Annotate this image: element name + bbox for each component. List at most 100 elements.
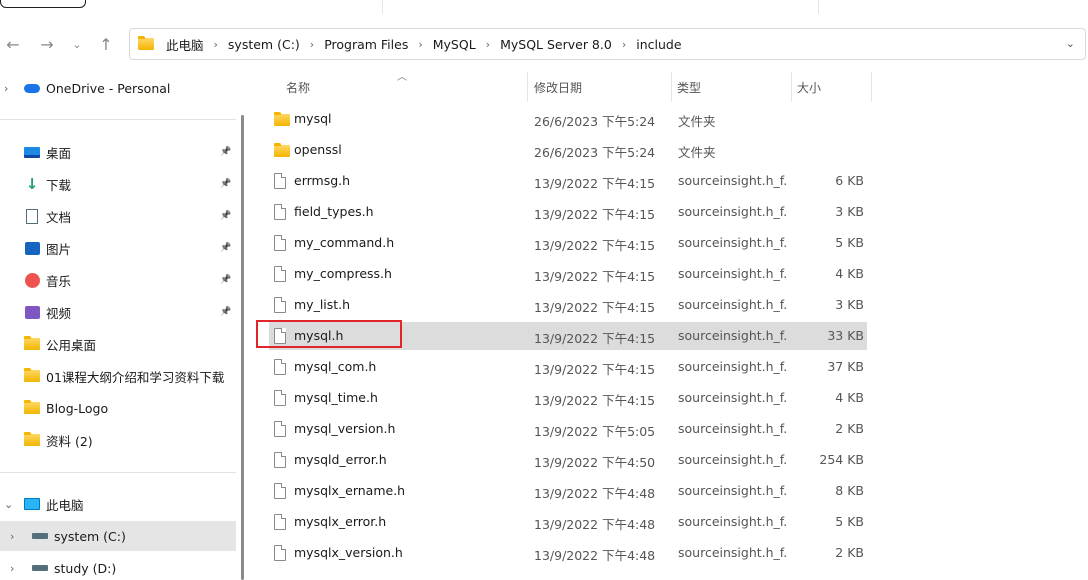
file-name: my_command.h [294,235,395,250]
file-row[interactable]: field_types.h 13/9/2022 下午4:15 sourceinsig… [269,198,867,226]
sidebar-item-onedrive[interactable]: › OneDrive - Personal [0,73,236,103]
tab-stub[interactable] [0,0,86,8]
file-row[interactable]: mysql_time.h 13/9/2022 下午4:15 sourceinsigh… [269,384,867,412]
breadcrumb-item[interactable]: include [634,37,683,52]
file-row[interactable]: mysqld_error.h 13/9/2022 下午4:50 sourceinsi… [269,446,867,474]
divider [0,119,236,120]
file-icon [274,545,286,561]
breadcrumb-item[interactable]: Program Files [322,37,410,52]
file-size: 4 KB [835,390,864,405]
sidebar-item-label: 01课程大纲介绍和学习资料下载 [46,369,225,385]
chevron-down-icon[interactable]: ⌄ [1066,37,1075,50]
chevron-right-icon[interactable]: › [4,82,8,95]
arrow-right-icon: → [40,34,54,54]
column-date[interactable]: 修改日期 [528,70,671,104]
arrow-up-icon: ↑ [99,34,113,54]
file-date: 13/9/2022 下午4:15 [534,269,656,284]
file-icon [274,235,286,251]
divider [0,472,236,473]
documents-icon [24,208,40,224]
file-date: 13/9/2022 下午4:15 [534,176,656,191]
file-icon [274,328,286,344]
sidebar-item-quick-access[interactable]: 资料 (2) [0,425,236,455]
file-date: 13/9/2022 下午4:15 [534,238,656,253]
chevron-right-icon[interactable]: › [10,562,14,575]
file-icon [274,483,286,499]
file-name: mysql_time.h [294,390,378,405]
pictures-icon [24,240,40,256]
column-type[interactable]: 类型 [671,70,791,104]
sidebar-item-drive[interactable]: › system (C:) [0,521,236,551]
file-size: 3 KB [835,204,864,219]
file-row[interactable]: openssl 26/6/2023 下午5:24 文件夹 [269,136,867,164]
sidebar-item-label: 公用桌面 [46,337,97,353]
sidebar-item-label: 图片 [46,241,72,257]
back-button[interactable]: ← [2,32,24,56]
file-name: mysqld_error.h [294,452,387,467]
file-type: sourceinsight.h_f... [678,235,786,250]
forward-button[interactable]: → [36,32,58,56]
file-row[interactable]: mysqlx_ername.h 13/9/2022 下午4:48 sourceins… [269,477,867,505]
sidebar-item-quick-access[interactable]: 图片 📌 [0,233,236,263]
chevron-right-icon[interactable]: › [622,38,626,51]
breadcrumb-item[interactable]: MySQL Server 8.0 [498,37,614,52]
breadcrumb-item[interactable]: system (C:) [226,37,302,52]
sidebar-item-quick-access[interactable]: ↓ 下载 📌 [0,169,236,199]
file-date: 26/6/2023 下午5:24 [534,145,656,160]
file-row[interactable]: mysqlx_version.h 13/9/2022 下午4:48 sourcein… [269,539,867,567]
file-icon [274,266,286,282]
column-divider[interactable] [871,72,872,102]
up-button[interactable]: ↑ [95,32,117,56]
sidebar-item-quick-access[interactable]: 公用桌面 [0,329,236,359]
file-type: 文件夹 [678,145,716,160]
file-row[interactable]: mysql_version.h 13/9/2022 下午5:05 sourceins… [269,415,867,443]
breadcrumb-item[interactable]: 此电脑 [164,35,206,54]
column-label: 大小 [797,80,822,95]
file-row[interactable]: mysql.h 13/9/2022 下午4:15 sourceinsight.h_f… [269,322,867,350]
chevron-right-icon[interactable]: › [10,530,14,543]
pin-icon: 📌 [220,243,232,253]
divider [818,0,819,14]
sidebar-item-quick-access[interactable]: Blog-Logo [0,393,236,423]
sidebar-item-quick-access[interactable]: 桌面 📌 [0,137,236,167]
file-icon [274,514,286,530]
sidebar-item-quick-access[interactable]: 文档 📌 [0,201,236,231]
sidebar-item-drive[interactable]: › study (D:) [0,553,236,580]
file-row[interactable]: my_compress.h 13/9/2022 下午4:15 sourceinsig… [269,260,867,288]
recent-locations-button[interactable]: ⌄ [66,32,88,56]
chevron-right-icon[interactable]: › [486,38,490,51]
file-row[interactable]: mysqlx_error.h 13/9/2022 下午4:48 sourceinsi… [269,508,867,536]
file-name: my_compress.h [294,266,392,281]
divider [382,0,383,14]
file-size: 33 KB [827,328,864,343]
file-name: mysqlx_error.h [294,514,387,529]
file-name: mysqlx_ername.h [294,483,406,498]
file-type: sourceinsight.h_f... [678,266,786,281]
sidebar-item-quick-access[interactable]: 音乐 📌 [0,265,236,295]
chevron-right-icon[interactable]: › [418,38,422,51]
file-row[interactable]: mysql 26/6/2023 下午5:24 文件夹 [269,105,867,133]
column-name[interactable]: 名称 [280,70,527,104]
file-row[interactable]: errmsg.h 13/9/2022 下午4:15 sourceinsight.h_… [269,167,867,195]
sidebar-item-quick-access[interactable]: 视频 📌 [0,297,236,327]
file-row[interactable]: my_list.h 13/9/2022 下午4:15 sourceinsight.h… [269,291,867,319]
sidebar-item-quick-access[interactable]: 01课程大纲介绍和学习资料下载 [0,361,236,391]
file-name: mysqlx_version.h [294,545,403,560]
sidebar-item-this-pc[interactable]: ⌄ 此电脑 [0,489,236,519]
pin-icon: 📌 [220,275,232,285]
chevron-down-icon: ⌄ [72,37,82,51]
folder-icon [24,400,40,416]
file-row[interactable]: my_command.h 13/9/2022 下午4:15 sourceinsigh… [269,229,867,257]
address-bar[interactable]: 此电脑 › system (C:) › Program Files › MySQL › MySQ… [129,28,1086,60]
file-icon [274,173,286,189]
file-row[interactable]: mysql_com.h 13/9/2022 下午4:15 sourceinsight… [269,353,867,381]
pin-icon: 📌 [220,211,232,221]
column-size[interactable]: 大小 [791,70,871,104]
sidebar-scrollbar[interactable] [241,115,244,580]
sidebar-item-label: 此电脑 [46,497,84,513]
file-date: 13/9/2022 下午4:15 [534,207,656,222]
chevron-right-icon[interactable]: › [310,38,314,51]
chevron-down-icon[interactable]: ⌄ [4,498,13,511]
chevron-right-icon[interactable]: › [214,38,218,51]
breadcrumb-item[interactable]: MySQL [431,37,478,52]
